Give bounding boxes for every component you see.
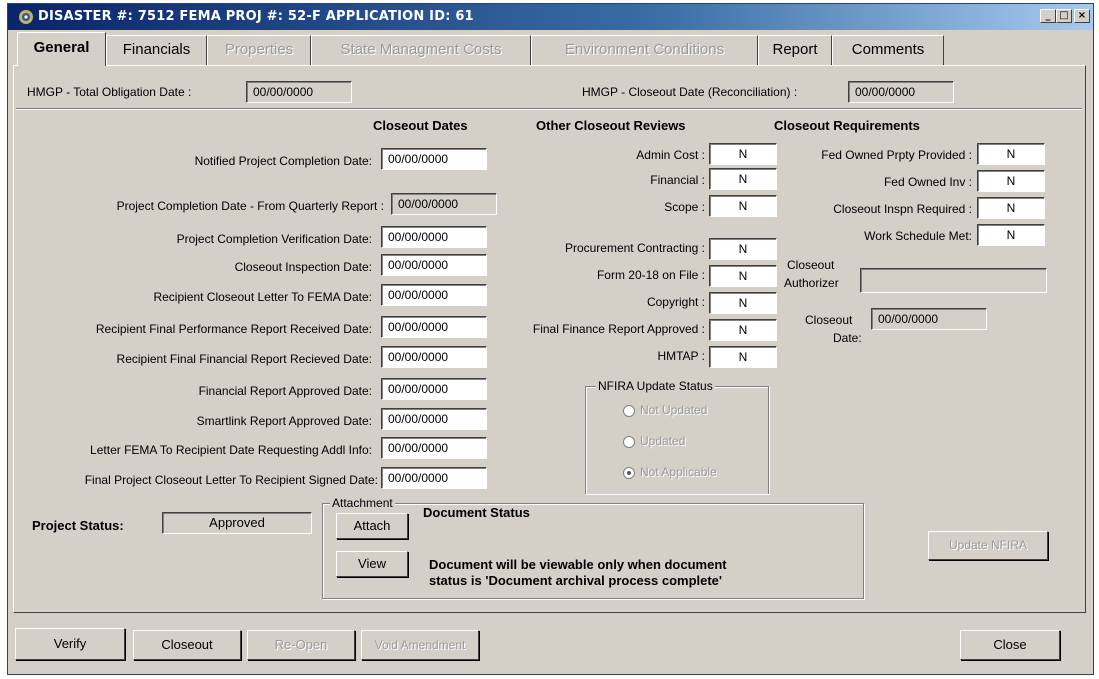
verify-button[interactable]: Verify [15,628,125,660]
tab-comments[interactable]: Comments [832,35,944,65]
review-label: Final Finance Report Approved : [532,322,705,336]
minimize-button[interactable]: _ [1040,9,1056,23]
closeout-reconciliation-date-field: 00/00/0000 [848,81,954,103]
fed-owned-inv-input[interactable]: N [977,170,1045,192]
closeout-date-label: Notified Project Completion Date: [194,154,372,168]
review-label: HMTAP : [657,349,705,363]
document-note-line-2: status is 'Document archival process com… [429,573,723,588]
quarterly-report-completion-date-field: 00/00/0000 [391,193,497,215]
closeout-button[interactable]: Closeout [133,630,241,660]
radio-not-applicable[interactable] [623,467,635,479]
requirements-header: Closeout Requirements [774,118,920,133]
addl-info-request-date-input[interactable]: 00/00/0000 [381,437,487,459]
final-finance-report-input[interactable]: N [709,319,777,341]
closeout-date-label: Closeout Inspection Date: [234,260,372,274]
closeout-inspn-required-input[interactable]: N [977,197,1045,219]
requirement-label: Closeout Inspn Required : [833,202,972,216]
document-status-label: Document Status [423,505,530,520]
tab-properties: Properties [207,35,311,65]
closeout-date-label: Project Completion Date - From Quarterly… [116,199,384,213]
review-label: Form 20-18 on File : [596,268,705,282]
closeout-date-label: Letter FEMA To Recipient Date Requesting… [90,443,372,457]
procurement-contracting-input[interactable]: N [709,238,777,260]
final-performance-report-date-input[interactable]: 00/00/0000 [381,316,487,338]
document-note-line-1: Document will be viewable only when docu… [429,557,727,572]
close-window-button[interactable]: × [1074,9,1090,23]
review-label: Procurement Contracting : [564,241,705,255]
closeout-date-label: Final Project Closeout Letter To Recipie… [84,473,378,487]
tab-general[interactable]: General [17,32,106,66]
update-nfira-button: Update NFIRA [928,531,1048,560]
form-20-18-input[interactable]: N [709,265,777,287]
project-status-field: Approved [162,512,312,534]
radio-not-updated[interactable] [623,405,635,417]
review-label: Financial : [650,173,705,187]
closeout-authorizer-label: Authorizer [784,276,839,290]
closeout-date-label: Closeout [805,313,853,327]
attachment-group-title: Attachment [330,496,395,510]
recipient-closeout-letter-date-input[interactable]: 00/00/0000 [381,284,487,306]
close-button[interactable]: Close [960,630,1060,660]
requirement-label: Fed Owned Inv : [883,175,972,189]
notified-completion-date-input[interactable]: 00/00/0000 [381,148,487,170]
tab-financials[interactable]: Financials [106,35,207,65]
radio-updated[interactable] [623,436,635,448]
reopen-button: Re-Open [247,630,355,660]
review-label: Copyright : [646,295,705,309]
admin-cost-input[interactable]: N [709,143,777,165]
closeout-date-field: 00/00/0000 [871,308,987,330]
closeout-authorizer-field [860,268,1047,293]
other-reviews-header: Other Closeout Reviews [536,118,686,133]
tab-environment-conditions: Environment Conditions [531,35,758,65]
closeout-date-label: Project Completion Verification Date: [176,232,372,246]
closeout-date-label: Date: [833,331,862,345]
total-obligation-label: HMGP - Total Obligation Date : [27,85,192,99]
closeout-authorizer-label: Closeout [787,258,835,272]
financial-review-input[interactable]: N [709,168,777,190]
tab-state-managment-costs: State Managment Costs [311,35,531,65]
requirement-label: Work Schedule Met: [864,229,972,243]
view-button[interactable]: View [336,551,408,577]
total-obligation-date-field: 00/00/0000 [246,81,352,103]
hmtap-input[interactable]: N [709,346,777,368]
radio-label: Not Applicable [640,465,717,479]
copyright-input[interactable]: N [709,292,777,314]
fema-logo-icon [19,10,33,24]
tab-report[interactable]: Report [758,35,832,65]
closeout-reconciliation-label: HMGP - Closeout Date (Reconciliation) : [582,85,798,99]
attach-button[interactable]: Attach [336,513,408,539]
top-divider [16,108,1082,110]
title-bar: DISASTER #: 7512 FEMA PROJ #: 52-F APPLI… [8,4,1093,30]
closeout-inspection-date-input[interactable]: 00/00/0000 [381,254,487,276]
maximize-button[interactable]: □ [1056,9,1072,23]
window-title: DISASTER #: 7512 FEMA PROJ #: 52-F APPLI… [38,9,474,24]
fed-owned-property-input[interactable]: N [977,143,1045,165]
review-label: Scope : [664,200,705,214]
review-label: Admin Cost : [636,148,705,162]
completion-verification-date-input[interactable]: 00/00/0000 [381,226,487,248]
closeout-date-label: Recipient Final Financial Report Recieve… [116,352,372,366]
closeout-dates-header: Closeout Dates [373,118,468,133]
smartlink-report-approved-date-input[interactable]: 00/00/0000 [381,408,487,430]
final-financial-report-date-input[interactable]: 00/00/0000 [381,346,487,368]
void-amendment-button: Void Amendment [361,630,479,660]
final-closeout-letter-date-input[interactable]: 00/00/0000 [381,467,487,489]
nfira-group-title: NFIRA Update Status [596,379,715,393]
closeout-date-label: Recipient Closeout Letter To FEMA Date: [153,290,372,304]
closeout-date-label: Smartlink Report Approved Date: [196,414,372,428]
scope-review-input[interactable]: N [709,195,777,217]
work-schedule-met-input[interactable]: N [977,224,1045,246]
requirement-label: Fed Owned Prpty Provided : [821,148,972,162]
closeout-date-label: Financial Report Approved Date: [198,384,372,398]
project-status-label: Project Status: [32,518,124,533]
radio-label: Updated [640,434,686,448]
closeout-date-label: Recipient Final Performance Report Recei… [95,322,372,336]
financial-report-approved-date-input[interactable]: 00/00/0000 [381,378,487,400]
radio-label: Not Updated [640,403,708,417]
